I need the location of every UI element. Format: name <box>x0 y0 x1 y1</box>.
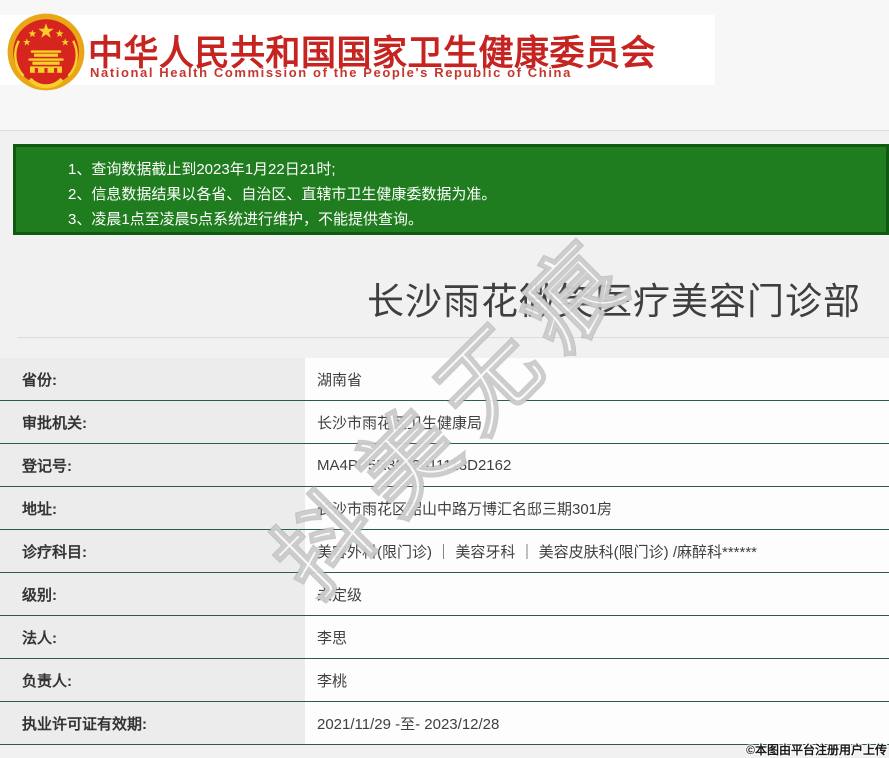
table-row: 负责人: 李桃 <box>0 659 889 702</box>
field-label: 级别: <box>0 573 305 615</box>
title-separator <box>17 337 889 338</box>
national-emblem-icon <box>7 13 85 91</box>
field-label: 诊疗科目: <box>0 530 305 572</box>
field-label: 负责人: <box>0 659 305 701</box>
upload-source-note: ©本图由平台注册用户上传 <box>746 743 887 757</box>
site-header: 中华人民共和国国家卫生健康委员会 National Health Commiss… <box>0 0 889 131</box>
institution-detail-table: 省份: 湖南省 审批机关: 长沙市雨花区卫生健康局 登记号: MA4PP5R3343011… <box>0 358 889 745</box>
table-row: 执业许可证有效期: 2021/11/29 -至- 2023/12/28 <box>0 702 889 745</box>
table-row: 省份: 湖南省 <box>0 358 889 401</box>
institution-title: 长沙雨花微笑医疗美容门诊部 <box>367 281 861 322</box>
notice-line: 2、信息数据结果以各省、自治区、直辖市卫生健康委数据为准。 <box>68 186 497 203</box>
field-value: 长沙市雨花区卫生健康局 <box>305 401 889 443</box>
table-row: 审批机关: 长沙市雨花区卫生健康局 <box>0 401 889 444</box>
field-value: 美容外科(限门诊) ｜ 美容牙科 ｜ 美容皮肤科(限门诊) /麻醉科****** <box>305 530 889 572</box>
field-label: 地址: <box>0 487 305 529</box>
field-label: 省份: <box>0 358 305 400</box>
notice-line: 3、凌晨1点至凌晨5点系统进行维护，不能提供查询。 <box>68 211 424 228</box>
field-value: 李桃 <box>305 659 889 701</box>
table-row: 级别: 未定级 <box>0 573 889 616</box>
field-value: 长沙市雨花区韶山中路万博汇名邸三期301房 <box>305 487 889 529</box>
query-result-page: 中华人民共和国国家卫生健康委员会 National Health Commiss… <box>0 0 889 758</box>
table-row: 诊疗科目: 美容外科(限门诊) ｜ 美容牙科 ｜ 美容皮肤科(限门诊) /麻醉科*… <box>0 530 889 573</box>
table-row: 登记号: MA4PP5R3343011113D2162 <box>0 444 889 487</box>
table-row: 地址: 长沙市雨花区韶山中路万博汇名邸三期301房 <box>0 487 889 530</box>
table-row: 法人: 李思 <box>0 616 889 659</box>
field-label: 执业许可证有效期: <box>0 702 305 744</box>
org-title-en: National Health Commission of the People… <box>90 65 572 80</box>
field-value: 湖南省 <box>305 358 889 400</box>
field-label: 审批机关: <box>0 401 305 443</box>
field-label: 登记号: <box>0 444 305 486</box>
notice-line: 1、查询数据截止到2023年1月22日21时; <box>68 161 336 178</box>
field-value: 2021/11/29 -至- 2023/12/28 <box>305 702 889 744</box>
field-value: MA4PP5R3343011113D2162 <box>305 444 889 486</box>
notice-box: 1、查询数据截止到2023年1月22日21时; 2、信息数据结果以各省、自治区、直… <box>13 144 889 235</box>
field-label: 法人: <box>0 616 305 658</box>
field-value: 李思 <box>305 616 889 658</box>
field-value: 未定级 <box>305 573 889 615</box>
